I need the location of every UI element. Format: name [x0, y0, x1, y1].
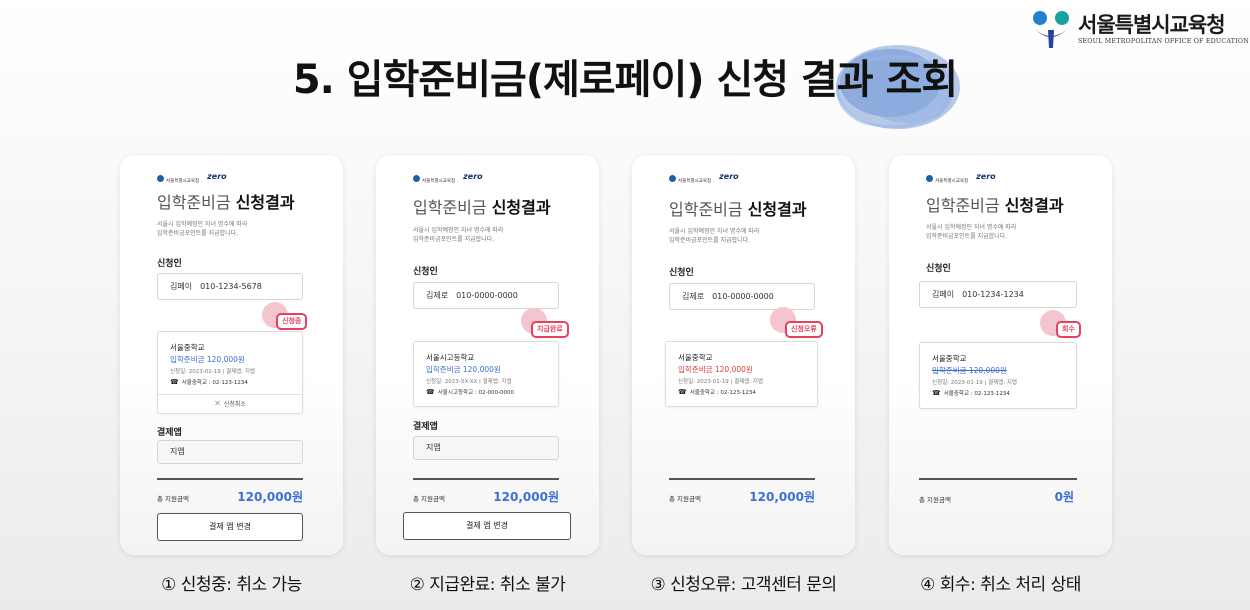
total-amount: 120,000원: [749, 490, 815, 504]
applicant-field: 김제로 010-0000-0000: [669, 283, 815, 310]
result-card-error: 서울특별시교육청 zero 입학준비금 신청결과 서울시 입학예정인 자녀 명수…: [632, 155, 855, 555]
phone-icon: ☎: [426, 388, 435, 396]
school-name: 서울중학교: [678, 353, 713, 362]
card-heading: 입학준비금 신청결과: [157, 193, 295, 212]
phone-icon: ☎: [678, 388, 687, 396]
page-title: 5. 입학준비금(제로페이) 신청 결과 조회: [292, 57, 958, 103]
application-meta: 신청일: 2023-01-19 | 결제앱: 지앱: [170, 369, 255, 375]
result-card-recovered: 서울특별시교육청 zero 입학준비금 신청결과 서울시 입학예정인 자녀 명수…: [889, 155, 1112, 555]
mini-org-logo: 서울특별시교육청: [926, 167, 968, 186]
status-badge: 신청오류: [785, 321, 823, 338]
payment-app-label: 결제앱: [413, 422, 438, 432]
card-heading: 입학준비금 신청결과: [926, 196, 1064, 215]
benefit-amount: 입학준비금 120,000원: [170, 355, 245, 364]
caption-paid: ② 지급완료: 취소 불가: [409, 575, 566, 595]
caption-recovered: ④ 회수: 취소 처리 상태: [920, 575, 1081, 595]
benefit-amount: 입학준비금 120,000원: [932, 366, 1007, 375]
status-badge: 회수: [1056, 321, 1081, 338]
caption-error: ③ 신청오류: 고객센터 문의: [650, 575, 837, 595]
zero-logo: zero: [976, 172, 996, 181]
close-icon: ✕: [214, 399, 221, 408]
zero-logo: zero: [463, 172, 483, 181]
total-amount: 120,000원: [237, 490, 303, 504]
application-meta: 신청일: 2023-XX-XX | 결제앱: 지앱: [426, 379, 512, 385]
applicant-field: 김페이 010-1234-5678: [157, 273, 303, 300]
benefit-amount: 입학준비금 120,000원: [678, 365, 753, 374]
total-amount: 0원: [1054, 490, 1074, 504]
phone-icon: ☎: [932, 389, 941, 397]
application-meta: 신청일: 2023-01-19 | 결제앱: 지앱: [678, 379, 763, 385]
applicant-label: 신청인: [926, 264, 951, 274]
card-header-logos: 서울특별시교육청 zero: [413, 167, 483, 186]
card-heading: 입학준비금 신청결과: [669, 200, 807, 219]
payment-app-label: 결제앱: [157, 428, 182, 438]
school-name: 서울시고등학교: [426, 353, 475, 362]
school-benefit-card: 서울중학교 입학준비금 120,000원 신청일: 2023-01-19 | 결…: [919, 342, 1077, 409]
org-name: 서울특별시교육청: [1078, 12, 1226, 37]
card-heading: 입학준비금 신청결과: [413, 198, 551, 217]
applicant-field: 김페이 010-1234-1234: [919, 281, 1077, 308]
applicant-label: 신청인: [669, 268, 694, 278]
card-description: 서울시 입학예정인 자녀 명수에 따라 입학준비금포인트를 지급합니다.: [926, 224, 1017, 240]
school-benefit-card: 서울시고등학교 입학준비금 120,000원 신청일: 2023-XX-XX |…: [413, 341, 559, 407]
mini-org-logo: 서울특별시교육청: [669, 167, 711, 186]
status-badge: 지급완료: [531, 321, 569, 338]
payment-app-field: 지앱: [157, 440, 303, 464]
applicant-field: 김제로 010-0000-0000: [413, 282, 559, 309]
payment-app-field: 지앱: [413, 436, 559, 460]
org-emblem-icon: [1033, 11, 1069, 48]
school-name: 서울중학교: [170, 343, 205, 352]
card-description: 서울시 입학예정인 자녀 명수에 따라 입학준비금포인트를 지급합니다.: [413, 227, 504, 243]
school-contact: ☎ 서울시고등학교 : 02-000-0000: [426, 388, 514, 396]
total-amount: 120,000원: [493, 490, 559, 504]
card-description: 서울시 입학예정인 자녀 명수에 따라 입학준비금포인트를 지급합니다.: [157, 221, 248, 237]
change-payment-app-button[interactable]: 결제 앱 변경: [157, 513, 303, 541]
school-name: 서울중학교: [932, 354, 967, 363]
mini-org-logo: 서울특별시교육청: [157, 167, 199, 186]
total-label: 총 지원금액: [157, 495, 189, 503]
caption-applying: ① 신청중: 취소 가능: [161, 575, 302, 595]
status-badge: 신청중: [276, 313, 308, 330]
applicant-label: 신청인: [157, 259, 182, 269]
card-description: 서울시 입학예정인 자녀 명수에 따라 입학준비금포인트를 지급합니다.: [669, 228, 760, 244]
org-subtitle: SEOUL METROPOLITAN OFFICE OF EDUCATION: [1078, 37, 1249, 45]
benefit-amount: 입학준비금 120,000원: [426, 365, 501, 374]
total-label: 총 지원금액: [669, 495, 701, 503]
school-benefit-card: 서울중학교 입학준비금 120,000원 신청일: 2023-01-19 | 결…: [157, 331, 303, 414]
applicant-label: 신청인: [413, 267, 438, 277]
zero-logo: zero: [719, 172, 739, 181]
change-payment-app-button[interactable]: 결제 앱 변경: [403, 512, 571, 540]
school-contact: ☎ 서울중학교 : 02-123-1234: [170, 378, 248, 386]
card-header-logos: 서울특별시교육청 zero: [669, 167, 739, 186]
total-label: 총 지원금액: [413, 495, 445, 503]
org-logo: 서울특별시교육청 SEOUL METROPOLITAN OFFICE OF ED…: [1030, 6, 1249, 50]
school-contact: ☎ 서울중학교 : 02-123-1234: [678, 388, 756, 396]
total-label: 총 지원금액: [919, 496, 951, 504]
school-contact: ☎ 서울중학교 : 02-123-1234: [932, 389, 1010, 397]
card-header-logos: 서울특별시교육청 zero: [926, 167, 996, 186]
mini-org-logo: 서울특별시교육청: [413, 167, 455, 186]
card-header-logos: 서울특별시교육청 zero: [157, 167, 227, 186]
school-benefit-card: 서울중학교 입학준비금 120,000원 신청일: 2023-01-19 | 결…: [665, 341, 818, 407]
application-meta: 신청일: 2023-01-19 | 결제앱: 지앱: [932, 380, 1017, 386]
zero-logo: zero: [207, 172, 227, 181]
cancel-application-button[interactable]: ✕ 신청취소: [158, 394, 302, 413]
result-card-applying: 서울특별시교육청 zero 입학준비금 신청결과 서울시 입학예정인 자녀 명수…: [120, 155, 343, 555]
phone-icon: ☎: [170, 378, 179, 386]
result-card-paid: 서울특별시교육청 zero 입학준비금 신청결과 서울시 입학예정인 자녀 명수…: [376, 155, 599, 555]
